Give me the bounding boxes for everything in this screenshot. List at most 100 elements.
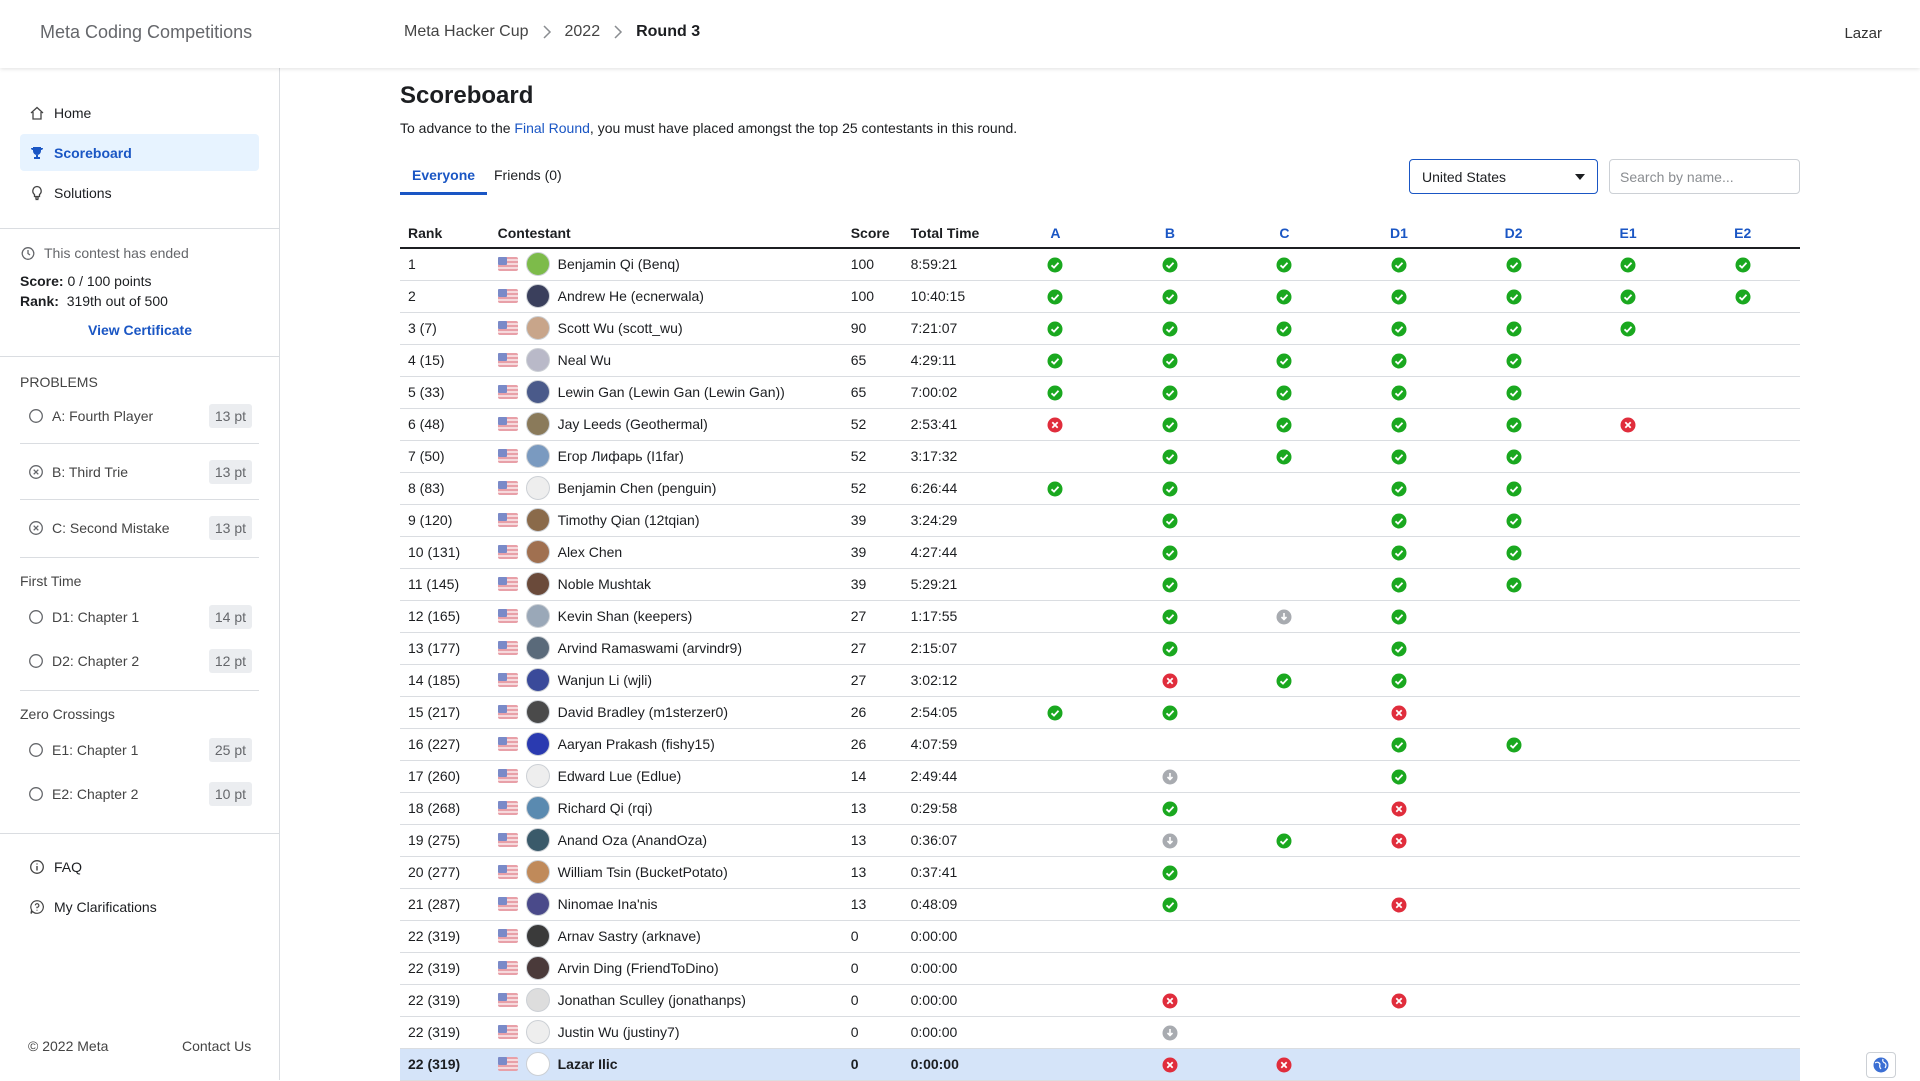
- final-round-link[interactable]: Final Round: [514, 120, 590, 136]
- contestant-cell[interactable]: Timothy Qian (12tqian): [489, 504, 843, 537]
- problem-a-cell: [998, 888, 1113, 921]
- contestant-cell[interactable]: Aaryan Prakash (fishy15): [489, 728, 843, 761]
- check-circle-icon: [1506, 417, 1522, 433]
- table-row: 22 (319) Arnav Sastry (arknave) 0 0:00:00: [400, 920, 1800, 953]
- contestant-cell[interactable]: Neal Wu: [489, 344, 843, 377]
- problem-d2-cell: [1456, 888, 1571, 921]
- sidebar-item-solutions[interactable]: Solutions: [20, 174, 259, 211]
- column-header-problem-a[interactable]: A: [998, 218, 1113, 249]
- contestant-cell[interactable]: Ninomae Ina'nis: [489, 888, 843, 921]
- tab-friends[interactable]: Friends (0): [482, 165, 574, 195]
- avatar: [525, 796, 550, 820]
- column-header-total-time[interactable]: Total Time: [902, 218, 999, 249]
- problem-item-e2[interactable]: E2: Chapter 2 10 pt: [28, 780, 252, 808]
- sidebar-item-faq[interactable]: FAQ: [20, 848, 259, 885]
- problem-item-d2[interactable]: D2: Chapter 2 12 pt: [28, 647, 252, 675]
- problem-d2-cell: [1456, 440, 1571, 473]
- table-row: 9 (120) Timothy Qian (12tqian) 39 3:24:29: [400, 504, 1800, 537]
- check-circle-icon: [1047, 353, 1063, 369]
- contestant-cell[interactable]: Benjamin Chen (penguin): [489, 472, 843, 505]
- column-header-problem-c[interactable]: C: [1227, 218, 1342, 249]
- problem-a-cell: [998, 312, 1113, 345]
- avatar: [525, 316, 550, 340]
- breadcrumb-item-round[interactable]: Round 3: [636, 23, 700, 41]
- sidebar-item-home[interactable]: Home: [20, 94, 259, 131]
- contestant-name: Aaryan Prakash (fishy15): [557, 736, 715, 752]
- contestant-cell[interactable]: Andrew He (ecnerwala): [489, 280, 843, 313]
- problem-item-b[interactable]: B: Third Trie 13 pt: [28, 458, 252, 486]
- problem-item-c[interactable]: C: Second Mistake 13 pt: [28, 514, 252, 542]
- problem-e2-cell: [1685, 728, 1800, 761]
- breadcrumb-item-hacker-cup[interactable]: Meta Hacker Cup: [404, 23, 529, 41]
- search-input[interactable]: [1609, 159, 1800, 194]
- column-header-problem-e2[interactable]: E2: [1685, 218, 1800, 249]
- contestant-cell[interactable]: Alex Chen: [489, 536, 843, 569]
- table-row: 7 (50) Егор Лифарь (I1far) 52 3:17:32: [400, 440, 1800, 473]
- us-flag-icon: [497, 833, 518, 847]
- contact-us-link[interactable]: Contact Us: [182, 1038, 251, 1054]
- contestant-cell[interactable]: Anand Oza (AnandOza): [489, 824, 843, 857]
- sidebar-item-scoreboard[interactable]: Scoreboard: [20, 134, 259, 171]
- column-header-rank[interactable]: Rank: [400, 218, 490, 249]
- problem-item-d1[interactable]: D1: Chapter 1 14 pt: [28, 603, 252, 631]
- contestant-cell[interactable]: Lazar Ilic: [489, 1048, 843, 1081]
- contestant-cell[interactable]: Benjamin Qi (Benq): [489, 248, 843, 281]
- contestant-cell[interactable]: Wanjun Li (wjli): [489, 664, 843, 697]
- us-flag-icon: [497, 417, 518, 431]
- problem-b-cell: [1112, 440, 1228, 473]
- rank-cell: 13 (177): [400, 632, 490, 665]
- check-circle-icon: [1391, 673, 1407, 689]
- sidebar-item-clarifications[interactable]: My Clarifications: [20, 888, 259, 925]
- column-header-problem-b[interactable]: B: [1112, 218, 1228, 249]
- check-circle-icon: [1162, 865, 1178, 881]
- contestant-cell[interactable]: Егор Лифарь (I1far): [489, 440, 843, 473]
- language-button[interactable]: [1866, 1052, 1896, 1078]
- contestant-cell[interactable]: David Bradley (m1sterzer0): [489, 696, 843, 729]
- problem-b-cell: [1112, 600, 1228, 633]
- table-header-row: Rank Contestant Score Total Time A B C D…: [400, 218, 1800, 249]
- problem-e1-cell: [1570, 1048, 1686, 1081]
- contestant-cell[interactable]: Scott Wu (scott_wu): [489, 312, 843, 345]
- problem-e1-cell: [1570, 856, 1686, 889]
- contestant-cell[interactable]: Lewin Gan (Lewin Gan (Lewin Gan)): [489, 376, 843, 409]
- problem-e1-cell: [1570, 888, 1686, 921]
- contestant-name: Justin Wu (justiny7): [557, 1024, 680, 1040]
- check-circle-icon: [1047, 385, 1063, 401]
- tab-everyone[interactable]: Everyone: [400, 165, 488, 195]
- group-heading-first-time: First Time: [20, 573, 82, 589]
- contestant-cell[interactable]: Justin Wu (justiny7): [489, 1016, 843, 1049]
- contestant-cell[interactable]: Kevin Shan (keepers): [489, 600, 843, 633]
- column-header-problem-e1[interactable]: E1: [1570, 218, 1686, 249]
- problem-e2-cell: [1685, 984, 1800, 1017]
- avatar: [525, 508, 550, 532]
- country-select[interactable]: United States: [1409, 159, 1598, 194]
- contestant-cell[interactable]: Arvin Ding (FriendToDino): [489, 952, 843, 985]
- contestant-cell[interactable]: Arvind Ramaswami (arvindr9): [489, 632, 843, 665]
- breadcrumb-item-year[interactable]: 2022: [565, 23, 601, 41]
- user-menu[interactable]: Lazar: [1844, 25, 1882, 42]
- contestant-cell[interactable]: Arnav Sastry (arknave): [489, 920, 843, 953]
- table-row: 15 (217) David Bradley (m1sterzer0) 26 2:54…: [400, 696, 1800, 729]
- column-header-contestant[interactable]: Contestant: [489, 218, 843, 249]
- brand-link[interactable]: Meta Coding Competitions: [40, 22, 252, 43]
- column-header-problem-d2[interactable]: D2: [1456, 218, 1571, 249]
- problem-item-a[interactable]: A: Fourth Player 13 pt: [28, 402, 252, 430]
- problem-b-cell: [1112, 664, 1228, 697]
- column-header-score[interactable]: Score: [842, 218, 903, 249]
- problem-item-e1[interactable]: E1: Chapter 1 25 pt: [28, 736, 252, 764]
- total-time-cell: 6:26:44: [902, 472, 999, 505]
- contestant-cell[interactable]: William Tsin (BucketPotato): [489, 856, 843, 889]
- view-certificate-link[interactable]: View Certificate: [0, 322, 280, 338]
- problem-e2-cell: [1685, 568, 1800, 601]
- contestant-cell[interactable]: Edward Lue (Edlue): [489, 760, 843, 793]
- column-header-problem-d1[interactable]: D1: [1341, 218, 1457, 249]
- problem-b-cell: [1112, 568, 1228, 601]
- contestant-cell[interactable]: Jonathan Sculley (jonathanps): [489, 984, 843, 1017]
- problem-a-cell: [998, 1016, 1113, 1049]
- contestant-cell[interactable]: Jay Leeds (Geothermal): [489, 408, 843, 441]
- contestant-cell[interactable]: Noble Mushtak: [489, 568, 843, 601]
- problem-d1-cell: [1341, 248, 1457, 281]
- problem-e2-cell: [1685, 696, 1800, 729]
- check-circle-icon: [1391, 609, 1407, 625]
- contestant-cell[interactable]: Richard Qi (rqi): [489, 792, 843, 825]
